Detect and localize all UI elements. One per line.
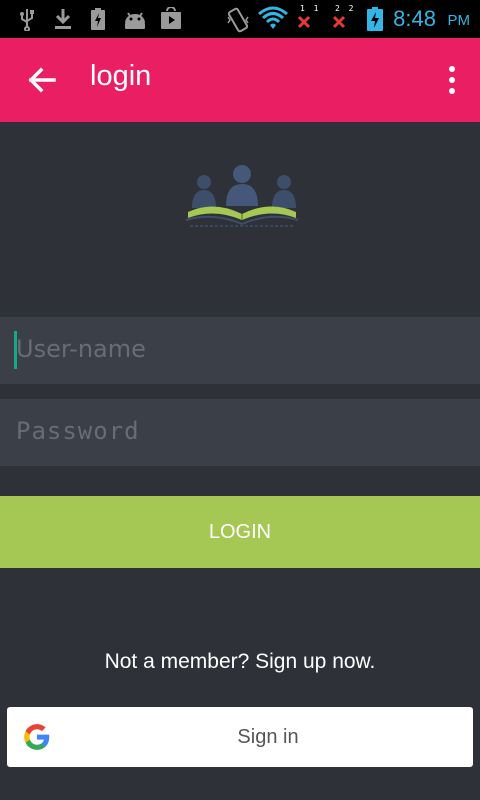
google-sign-in-label: Sign in xyxy=(237,726,299,748)
usb-icon xyxy=(20,9,34,31)
username-placeholder: User-name xyxy=(16,335,146,363)
battery-charging-icon xyxy=(91,8,105,30)
vibrate-icon xyxy=(227,7,249,33)
sim1-label: 1 1 xyxy=(300,4,321,13)
android-icon xyxy=(125,12,145,29)
clock-ampm: PM xyxy=(447,12,471,29)
app-logo xyxy=(185,165,299,227)
password-field[interactable]: Password xyxy=(0,399,480,466)
wifi-icon xyxy=(258,6,288,29)
more-options-icon[interactable] xyxy=(444,62,460,98)
status-bar: 1 1 2 2 8:48 PM xyxy=(0,0,480,38)
app-bar: login xyxy=(0,38,480,122)
page-title: login xyxy=(90,60,152,92)
no-signal-icon xyxy=(332,15,346,29)
play-store-icon xyxy=(161,7,181,29)
no-signal-icon xyxy=(297,15,311,29)
login-button[interactable]: LOGIN xyxy=(0,496,480,568)
clock-time: 8:48 xyxy=(393,6,436,31)
google-sign-in-button[interactable]: Sign in xyxy=(7,707,473,767)
back-arrow-icon[interactable] xyxy=(22,60,62,100)
download-icon xyxy=(55,9,71,29)
battery-icon xyxy=(367,7,383,31)
signup-link[interactable]: Not a member? Sign up now. xyxy=(0,650,480,674)
sim2-label: 2 2 xyxy=(335,4,356,13)
password-placeholder: Password xyxy=(16,417,140,445)
username-field[interactable]: User-name xyxy=(0,317,480,384)
